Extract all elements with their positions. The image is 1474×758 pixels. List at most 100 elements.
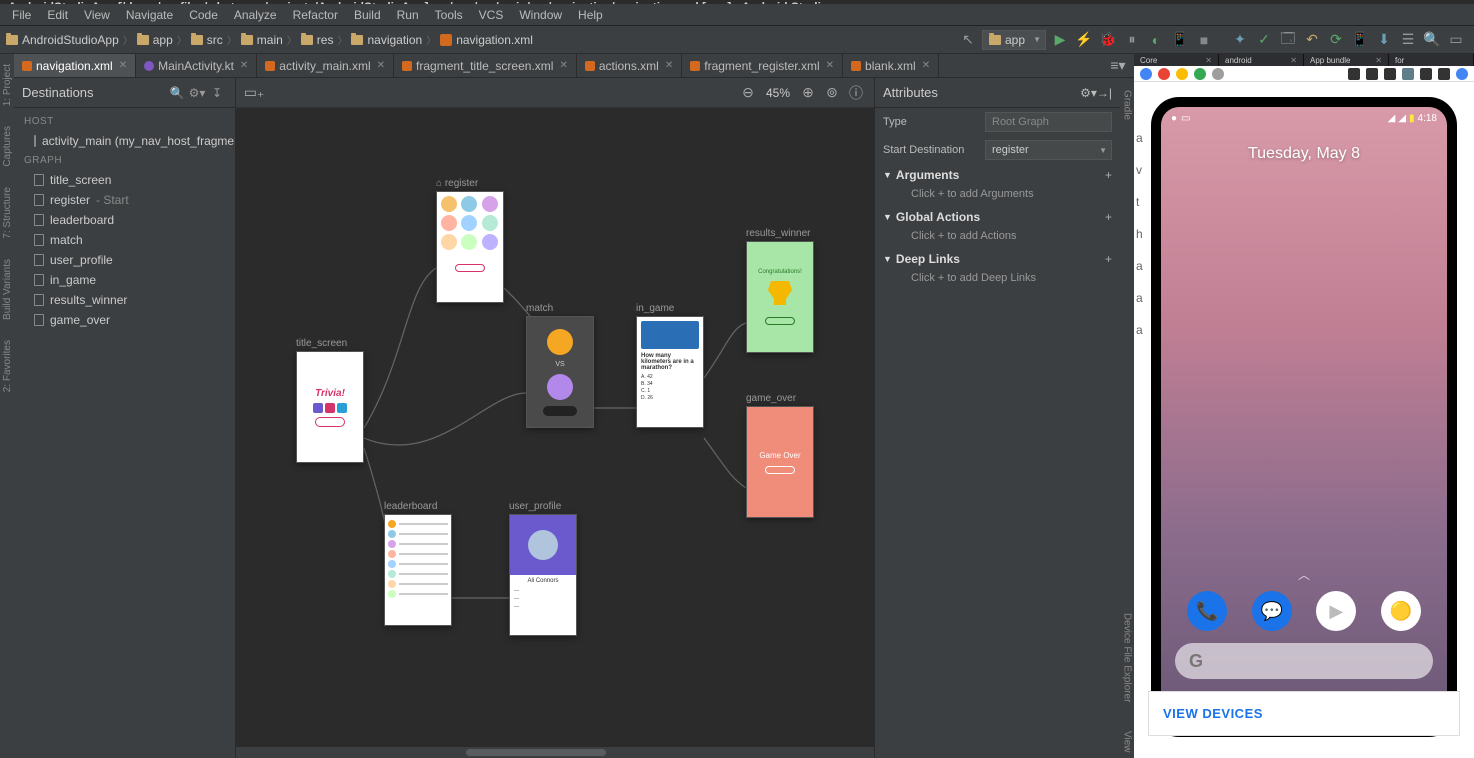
extension-icon[interactable] <box>1140 68 1152 80</box>
extension-icon[interactable] <box>1212 68 1224 80</box>
gear-icon[interactable]: ⚙▾ <box>1080 86 1097 100</box>
browser-tab[interactable]: for <box>1389 54 1474 66</box>
sync-button[interactable]: ⟳ <box>1326 30 1346 50</box>
extension-icon[interactable] <box>1366 68 1378 80</box>
sdk-button[interactable]: ⬇ <box>1374 30 1394 50</box>
node-leaderboard[interactable]: leaderboard <box>384 501 452 626</box>
menu-window[interactable]: Window <box>511 5 570 25</box>
collapse-icon[interactable]: →| <box>1097 86 1112 100</box>
node-match[interactable]: match VS <box>526 303 594 428</box>
node-game-over[interactable]: game_over Game Over <box>746 393 814 518</box>
extension-icon[interactable] <box>1438 68 1450 80</box>
node-title-screen[interactable]: title_screen Trivia! <box>296 338 364 463</box>
add-argument-button[interactable]: + <box>1105 168 1112 182</box>
tab-blank-xml[interactable]: blank.xml✕ <box>843 54 939 77</box>
messages-app-icon[interactable]: 💬 <box>1252 591 1292 631</box>
menu-file[interactable]: File <box>4 5 39 25</box>
tab-captures[interactable]: Captures <box>2 126 13 167</box>
menu-vcs[interactable]: VCS <box>471 5 512 25</box>
chrome-icon[interactable]: 🟡 <box>1381 591 1421 631</box>
close-icon[interactable]: ✕ <box>922 60 930 71</box>
extension-icon[interactable] <box>1348 68 1360 80</box>
zoom-fit-button[interactable]: ⊚ <box>822 83 842 103</box>
filter-icon[interactable]: ↧ <box>207 86 227 100</box>
project-structure-button[interactable]: ☰ <box>1398 30 1418 50</box>
menu-code[interactable]: Code <box>181 5 226 25</box>
search-button[interactable]: 🔍 <box>1422 30 1442 50</box>
tab-view[interactable]: View <box>1122 725 1133 758</box>
close-icon[interactable]: ✕ <box>240 60 248 71</box>
menu-navigate[interactable]: Navigate <box>118 5 181 25</box>
view-devices-button[interactable]: VIEW DEVICES <box>1148 691 1460 736</box>
extension-icon[interactable] <box>1176 68 1188 80</box>
menu-refactor[interactable]: Refactor <box>285 5 346 25</box>
tab-activity-main-xml[interactable]: activity_main.xml✕ <box>257 54 394 77</box>
start-destination-select[interactable]: register <box>985 140 1112 160</box>
add-action-button[interactable]: + <box>1105 210 1112 224</box>
browser-tab[interactable]: Core✕ <box>1134 54 1219 66</box>
dest-title-screen[interactable]: title_screen <box>14 170 235 190</box>
zoom-in-button[interactable]: ⊕ <box>798 83 818 103</box>
node-results-winner[interactable]: results_winner Congratulations! <box>746 228 814 353</box>
search-icon[interactable]: 🔍 <box>167 86 187 100</box>
menu-build[interactable]: Build <box>346 5 389 25</box>
dest-match[interactable]: match <box>14 230 235 250</box>
apply-changes-button[interactable]: ⚡ <box>1074 30 1094 50</box>
menu-edit[interactable]: Edit <box>39 5 76 25</box>
close-icon[interactable]: ✕ <box>119 60 127 71</box>
menu-run[interactable]: Run <box>389 5 427 25</box>
crumb-navigation[interactable]: navigation <box>351 33 422 47</box>
vcs-update-button[interactable]: ✦ <box>1230 30 1250 50</box>
vcs-commit-button[interactable]: ✓ <box>1254 30 1274 50</box>
dock-arrow-icon[interactable]: ︿ <box>1175 566 1433 583</box>
avd-button[interactable]: 📱 <box>1350 30 1370 50</box>
extension-icon[interactable] <box>1402 68 1414 80</box>
add-destination-button[interactable]: ▭₊ <box>244 83 264 103</box>
dest-leaderboard[interactable]: leaderboard <box>14 210 235 230</box>
vcs-history-button[interactable]: 🗔 <box>1278 30 1298 50</box>
stop-button[interactable]: ■ <box>1194 30 1214 50</box>
module-selector[interactable]: app <box>982 30 1046 50</box>
close-icon[interactable]: ✕ <box>665 60 673 71</box>
tab-fragment-register-xml[interactable]: fragment_register.xml✕ <box>682 54 843 77</box>
zoom-out-button[interactable]: ⊖ <box>738 83 758 103</box>
browser-tab[interactable]: App bundle✕ <box>1304 54 1389 66</box>
tab-structure[interactable]: 7: Structure <box>2 187 13 239</box>
host-item[interactable]: activity_main (my_nav_host_fragment) <box>14 131 235 151</box>
dest-user-profile[interactable]: user_profile <box>14 250 235 270</box>
extension-icon[interactable] <box>1420 68 1432 80</box>
crumb-app[interactable]: app <box>137 33 173 47</box>
tab-project[interactable]: 1: Project <box>2 64 13 106</box>
browser-tab[interactable]: android✕ <box>1219 54 1304 66</box>
menu-analyze[interactable]: Analyze <box>226 5 285 25</box>
type-field[interactable]: Root Graph <box>985 112 1112 132</box>
crumb-file[interactable]: navigation.xml <box>440 33 533 47</box>
toggle-view-button[interactable]: ▭ <box>1446 30 1466 50</box>
dest-results-winner[interactable]: results_winner <box>14 290 235 310</box>
close-icon[interactable]: ✕ <box>377 60 385 71</box>
avatar-icon[interactable] <box>1456 68 1468 80</box>
warnings-button[interactable]: ⓘ <box>846 83 866 103</box>
crumb-src[interactable]: src <box>191 33 223 47</box>
tab-fragment-title-screen-xml[interactable]: fragment_title_screen.xml✕ <box>394 54 577 77</box>
close-icon[interactable]: ✕ <box>559 60 567 71</box>
profiler-icon[interactable]: ◐ <box>1146 30 1166 50</box>
menu-view[interactable]: View <box>76 5 118 25</box>
play-store-icon[interactable]: ▶ <box>1316 591 1356 631</box>
gear-icon[interactable]: ⚙▾ <box>187 86 207 100</box>
profiler-button[interactable]: ⏸ <box>1122 30 1142 50</box>
add-deeplink-button[interactable]: + <box>1105 252 1112 266</box>
tab-mainactivity-kt[interactable]: MainActivity.kt✕ <box>136 54 257 77</box>
tabs-dropdown-button[interactable]: ≡▾ <box>1108 56 1128 76</box>
menu-tools[interactable]: Tools <box>427 5 471 25</box>
extension-icon[interactable] <box>1158 68 1170 80</box>
extension-icon[interactable] <box>1194 68 1206 80</box>
nav-graph-canvas[interactable]: ▭₊ ⊖ 45% ⊕ ⊚ ⓘ <box>236 78 874 758</box>
crumb-project[interactable]: AndroidStudioApp <box>6 33 119 47</box>
menu-help[interactable]: Help <box>570 5 611 25</box>
tab-actions-xml[interactable]: actions.xml✕ <box>577 54 682 77</box>
crumb-res[interactable]: res <box>301 33 334 47</box>
extension-icon[interactable] <box>1384 68 1396 80</box>
node-register[interactable]: ⌂ register <box>436 178 504 303</box>
tab-device-file-explorer[interactable]: Device File Explorer <box>1122 607 1133 708</box>
